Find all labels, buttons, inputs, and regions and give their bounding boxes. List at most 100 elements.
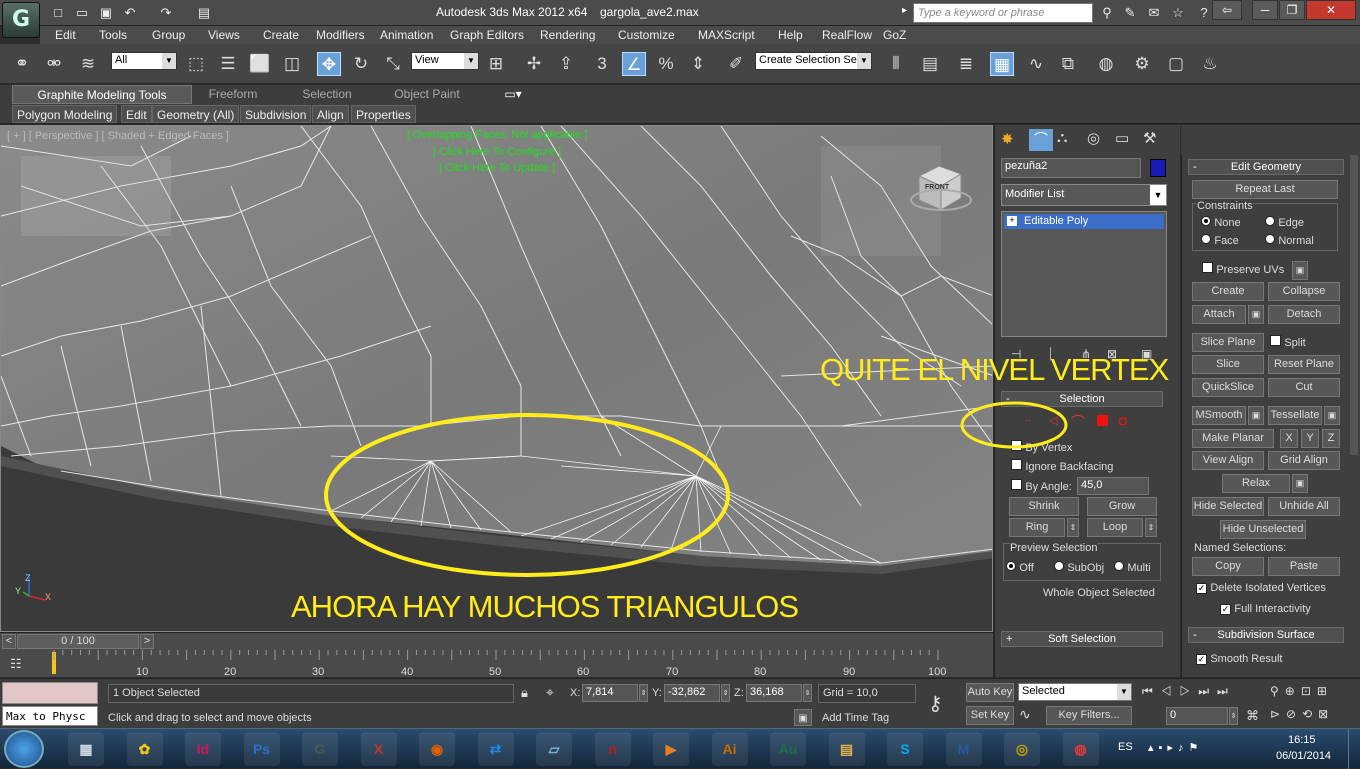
menu-tools[interactable]: Tools bbox=[99, 28, 127, 42]
pivot-center-icon[interactable]: ⊞ bbox=[484, 52, 508, 76]
msmooth-settings-icon[interactable]: ▣ bbox=[1248, 406, 1264, 425]
playback-controls[interactable]: ⏮◁▷⏭⏭ bbox=[1142, 684, 1236, 699]
rendered-frame-icon[interactable]: ▢ bbox=[1164, 52, 1188, 76]
percent-snap-icon[interactable]: % bbox=[654, 52, 678, 76]
rectangular-selection-icon[interactable]: ⬜ bbox=[248, 52, 272, 76]
menu-rendering[interactable]: Rendering bbox=[540, 28, 595, 42]
redo-icon[interactable]: ↷ bbox=[156, 3, 176, 23]
expand-icon[interactable]: + bbox=[1007, 216, 1017, 226]
link-icon[interactable]: ⚭ bbox=[10, 52, 34, 76]
taskbar-app-illustrator[interactable]: Ai bbox=[711, 732, 748, 766]
z-spinner[interactable]: ⇕ bbox=[803, 684, 812, 702]
favorites-star-icon[interactable]: ☆ bbox=[1168, 3, 1188, 23]
menu-animation[interactable]: Animation bbox=[380, 28, 433, 42]
preview-multi-radio[interactable]: Multi bbox=[1114, 560, 1151, 574]
taskbar-app-malwarebytes[interactable]: M bbox=[945, 732, 982, 766]
viewport-navigation-controls[interactable]: ⚲⊕⊡⊞ bbox=[1270, 684, 1333, 698]
ring-button[interactable]: Ring bbox=[1009, 518, 1065, 537]
delete-isolated-row[interactable]: ✓ Delete Isolated Vertices bbox=[1196, 580, 1326, 594]
hide-selected-button[interactable]: Hide Selected bbox=[1192, 497, 1264, 516]
time-config-icon[interactable]: ⌘ bbox=[1246, 708, 1259, 724]
unhide-all-button[interactable]: Unhide All bbox=[1268, 497, 1340, 516]
render-teapot-icon[interactable]: ♨ bbox=[1198, 52, 1222, 76]
taskbar-app-explorer[interactable]: ▤ bbox=[828, 732, 865, 766]
preview-off-radio[interactable]: Off bbox=[1006, 560, 1034, 574]
preserve-uvs-row[interactable]: Preserve UVs bbox=[1202, 262, 1284, 276]
select-by-name-icon[interactable]: ☰ bbox=[216, 52, 240, 76]
panel-align[interactable]: Align bbox=[312, 105, 349, 123]
rollout-scrollbar[interactable] bbox=[1350, 155, 1358, 455]
selection-lock-icon[interactable]: 🔒︎ bbox=[521, 685, 528, 701]
menu-goz[interactable]: GoZ bbox=[883, 28, 906, 42]
taskbar-app-teamviewer[interactable]: ⇄ bbox=[477, 732, 514, 766]
unlink-icon[interactable]: ⚮ bbox=[42, 52, 66, 76]
viewport-navigation-controls-2[interactable]: ⊳⊘⟲⊠ bbox=[1270, 707, 1334, 721]
taskbar-app-xara-3d[interactable]: X bbox=[360, 732, 397, 766]
copy-button[interactable]: Copy bbox=[1192, 557, 1264, 576]
msmooth-button[interactable]: MSmooth bbox=[1192, 406, 1246, 425]
viewcube-front-label[interactable]: FRONT bbox=[925, 184, 949, 191]
selection-filter-dropdown[interactable]: All ▼ bbox=[111, 52, 177, 70]
motion-tab-icon[interactable]: ◎ bbox=[1087, 129, 1100, 147]
menu-realflow[interactable]: RealFlow bbox=[822, 28, 872, 42]
taskbar-app-audition[interactable]: Au bbox=[770, 732, 806, 766]
stack-item-editable-poly[interactable]: Editable Poly bbox=[1004, 214, 1164, 229]
tessellate-settings-icon[interactable]: ▣ bbox=[1324, 406, 1340, 425]
relax-button[interactable]: Relax bbox=[1222, 474, 1290, 493]
angle-spinner[interactable]: 45,0 bbox=[1077, 477, 1149, 495]
cut-button[interactable]: Cut bbox=[1268, 378, 1340, 397]
clock-time[interactable]: 16:15 bbox=[1288, 734, 1316, 746]
taskbar-app-3ds-max[interactable]: G bbox=[302, 732, 338, 766]
back-arrow-icon[interactable]: ⇦ bbox=[1212, 0, 1242, 20]
constraint-face-radio[interactable]: Face bbox=[1201, 233, 1239, 247]
object-name-field[interactable]: pezuña2 bbox=[1001, 158, 1141, 178]
preview-subobj-radio[interactable]: SubObj bbox=[1054, 560, 1104, 574]
create-tab-icon[interactable]: ✸ bbox=[1001, 130, 1014, 148]
hierarchy-tab-icon[interactable]: ⛬ bbox=[1057, 129, 1068, 146]
object-color-swatch[interactable] bbox=[1150, 159, 1166, 177]
communication-center-icon[interactable]: ✉ bbox=[1144, 3, 1164, 23]
show-desktop-button[interactable] bbox=[1348, 729, 1360, 769]
reset-plane-button[interactable]: Reset Plane bbox=[1268, 355, 1340, 374]
mirror-icon[interactable]: ⫴ bbox=[884, 52, 908, 76]
panel-properties[interactable]: Properties bbox=[351, 105, 416, 123]
taskbar-app-chrome[interactable]: ◍ bbox=[1062, 732, 1099, 766]
constraint-normal-radio[interactable]: Normal bbox=[1265, 233, 1314, 247]
taskbar-app-3ds-max-bonus[interactable]: ✿ bbox=[126, 732, 163, 766]
material-editor-icon[interactable]: ◍ bbox=[1094, 52, 1118, 76]
current-frame-field[interactable]: 0 bbox=[1166, 707, 1228, 725]
time-prev-button[interactable]: < bbox=[2, 634, 16, 649]
modifier-stack[interactable]: Editable Poly + bbox=[1001, 211, 1167, 337]
menu-edit[interactable]: Edit bbox=[55, 28, 76, 42]
taskbar-app-skype[interactable]: S bbox=[887, 732, 923, 766]
constraint-none-radio[interactable]: None bbox=[1201, 215, 1241, 229]
border-subobject-icon[interactable]: ⌒ bbox=[1071, 412, 1085, 432]
tab-freeform[interactable]: Freeform bbox=[196, 85, 270, 104]
panel-polygon-modeling[interactable]: Polygon Modeling bbox=[12, 105, 118, 123]
render-setup-icon[interactable]: ⚙ bbox=[1130, 52, 1154, 76]
key-mode-dropdown[interactable]: Selected ▼ bbox=[1018, 683, 1132, 701]
z-coordinate-field[interactable]: 36,168 bbox=[746, 684, 802, 702]
save-icon[interactable]: ▣ bbox=[96, 3, 116, 23]
menu-group[interactable]: Group bbox=[152, 28, 185, 42]
curve-editor-icon[interactable]: ∿ bbox=[1024, 52, 1048, 76]
binoculars-icon[interactable]: ⚲ bbox=[1097, 3, 1117, 23]
named-selection-dropdown[interactable]: Create Selection Se ▼ bbox=[755, 52, 872, 70]
spinner-snap-icon[interactable]: ⇕ bbox=[686, 52, 710, 76]
maxscript-mini-listener-output[interactable] bbox=[2, 682, 98, 704]
edit-geometry-header[interactable]: - Edit Geometry bbox=[1188, 159, 1344, 175]
attach-settings-icon[interactable]: ▣ bbox=[1248, 305, 1264, 324]
menu-maxscript[interactable]: MAXScript bbox=[698, 28, 755, 42]
application-button[interactable]: G bbox=[2, 2, 40, 38]
schematic-view-icon[interactable]: ⧉ bbox=[1056, 52, 1080, 76]
display-tab-icon[interactable]: ▭ bbox=[1115, 129, 1129, 147]
relax-settings-icon[interactable]: ▣ bbox=[1292, 474, 1308, 493]
hide-unselected-button[interactable]: Hide Unselected bbox=[1220, 520, 1306, 539]
keyboard-shortcut-override-icon[interactable]: ⇪ bbox=[554, 52, 578, 76]
tab-object-paint[interactable]: Object Paint bbox=[380, 85, 474, 104]
taskbar-app-firefox[interactable]: ◉ bbox=[419, 732, 455, 766]
minimize-button[interactable]: ─ bbox=[1252, 0, 1278, 20]
reference-coordinate-dropdown[interactable]: View ▼ bbox=[411, 52, 479, 70]
help-icon[interactable]: ? bbox=[1194, 3, 1214, 23]
modify-tab-icon[interactable]: ⌒ bbox=[1029, 129, 1053, 151]
